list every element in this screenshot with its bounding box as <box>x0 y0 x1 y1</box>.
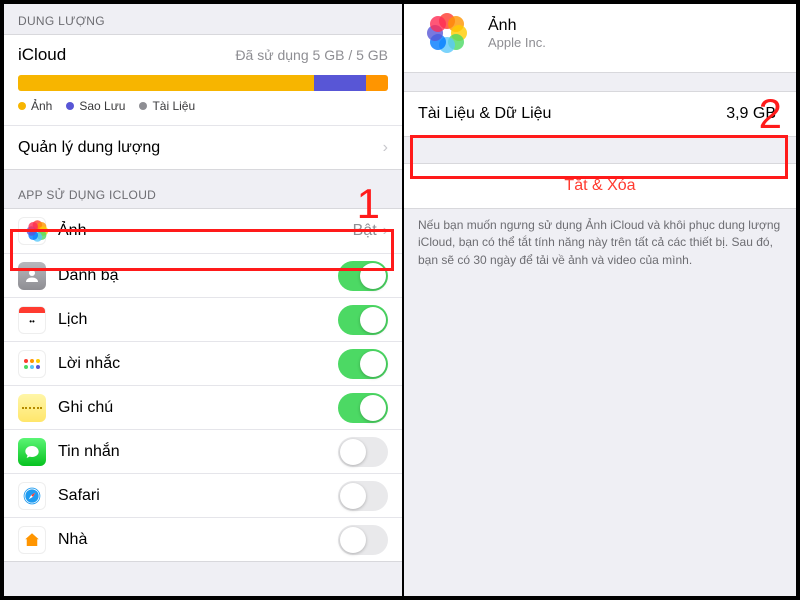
app-publisher: Apple Inc. <box>488 35 546 50</box>
toggle-messages[interactable] <box>338 437 388 467</box>
manage-storage-row[interactable]: Quản lý dung lượng › <box>4 125 402 169</box>
left-pane: DUNG LƯỢNG iCloud Đã sử dụng 5 GB / 5 GB… <box>4 4 402 596</box>
legend-dot-docs <box>139 102 147 110</box>
app-row-calendar[interactable]: •• Lịch <box>4 297 402 341</box>
apps-section-header: APP SỬ DỤNG ICLOUD <box>4 170 402 208</box>
app-row-messages[interactable]: Tin nhắn <box>4 429 402 473</box>
documents-data-label: Tài Liệu & Dữ Liệu <box>418 105 726 123</box>
storage-legend: Ảnh Sao Lưu Tài Liệu <box>18 91 388 125</box>
app-row-label: Lời nhắc <box>58 355 338 373</box>
contacts-icon <box>18 262 46 290</box>
toggle-notes[interactable] <box>338 393 388 423</box>
app-row-photos[interactable]: Ảnh Bật › <box>4 209 402 253</box>
legend-label-backup: Sao Lưu <box>79 99 125 113</box>
app-row-label: Ghi chú <box>58 399 338 417</box>
messages-icon <box>18 438 46 466</box>
documents-data-size: 3,9 GB <box>726 105 776 123</box>
toggle-home[interactable] <box>338 525 388 555</box>
app-row-label: Danh bạ <box>58 267 338 285</box>
app-row-label: Safari <box>58 487 338 505</box>
storage-service: iCloud <box>18 45 66 65</box>
storage-block: iCloud Đã sử dụng 5 GB / 5 GB Ảnh Sao Lư… <box>4 34 402 170</box>
chevron-right-icon: › <box>383 139 388 157</box>
disable-delete-label: Tắt & Xóa <box>418 177 782 195</box>
legend-dot-backup <box>66 102 74 110</box>
storage-seg-docs <box>366 75 388 91</box>
reminders-icon <box>18 350 46 378</box>
photos-icon <box>18 217 46 245</box>
app-row-safari[interactable]: Safari <box>4 473 402 517</box>
disable-delete-button[interactable]: Tắt & Xóa <box>404 164 796 208</box>
toggle-calendar[interactable] <box>338 305 388 335</box>
app-row-contacts[interactable]: Danh bạ <box>4 253 402 297</box>
footer-note: Nếu bạn muốn ngưng sử dụng Ảnh iCloud và… <box>404 209 796 269</box>
storage-usage: Đã sử dụng 5 GB / 5 GB <box>235 47 388 63</box>
home-icon <box>18 526 46 554</box>
notes-icon <box>18 394 46 422</box>
app-row-label: Tin nhắn <box>58 443 338 461</box>
apps-list: Ảnh Bật › Danh bạ •• Lịch Lời nhắc Ghi chú Ti… <box>4 208 402 562</box>
legend-label-photos: Ảnh <box>31 99 52 113</box>
app-row-home[interactable]: Nhà <box>4 517 402 561</box>
right-pane: Ảnh Apple Inc. Tài Liệu & Dữ Liệu 3,9 GB… <box>404 4 796 596</box>
action-block: Tắt & Xóa <box>404 163 796 209</box>
photos-icon <box>418 4 476 62</box>
app-row-reminders[interactable]: Lời nhắc <box>4 341 402 385</box>
manage-storage-label: Quản lý dung lượng <box>18 139 383 157</box>
toggle-reminders[interactable] <box>338 349 388 379</box>
toggle-safari[interactable] <box>338 481 388 511</box>
app-name: Ảnh <box>488 17 546 35</box>
toggle-contacts[interactable] <box>338 261 388 291</box>
storage-seg-photos <box>18 75 314 91</box>
storage-bar <box>18 75 388 91</box>
calendar-icon: •• <box>18 306 46 334</box>
app-row-photos-label: Ảnh <box>58 222 353 240</box>
documents-data-row[interactable]: Tài Liệu & Dữ Liệu 3,9 GB <box>404 92 796 136</box>
chevron-right-icon: › <box>383 222 388 240</box>
app-row-label: Nhà <box>58 531 338 549</box>
app-row-label: Lịch <box>58 311 338 329</box>
legend-label-docs: Tài Liệu <box>152 99 195 113</box>
app-row-notes[interactable]: Ghi chú <box>4 385 402 429</box>
storage-section-header: DUNG LƯỢNG <box>4 4 402 34</box>
legend-dot-photos <box>18 102 26 110</box>
data-size-block: Tài Liệu & Dữ Liệu 3,9 GB <box>404 91 796 137</box>
app-row-photos-state: Bật <box>353 222 377 240</box>
safari-icon <box>18 482 46 510</box>
storage-seg-backup <box>314 75 366 91</box>
app-header: Ảnh Apple Inc. <box>404 4 796 73</box>
